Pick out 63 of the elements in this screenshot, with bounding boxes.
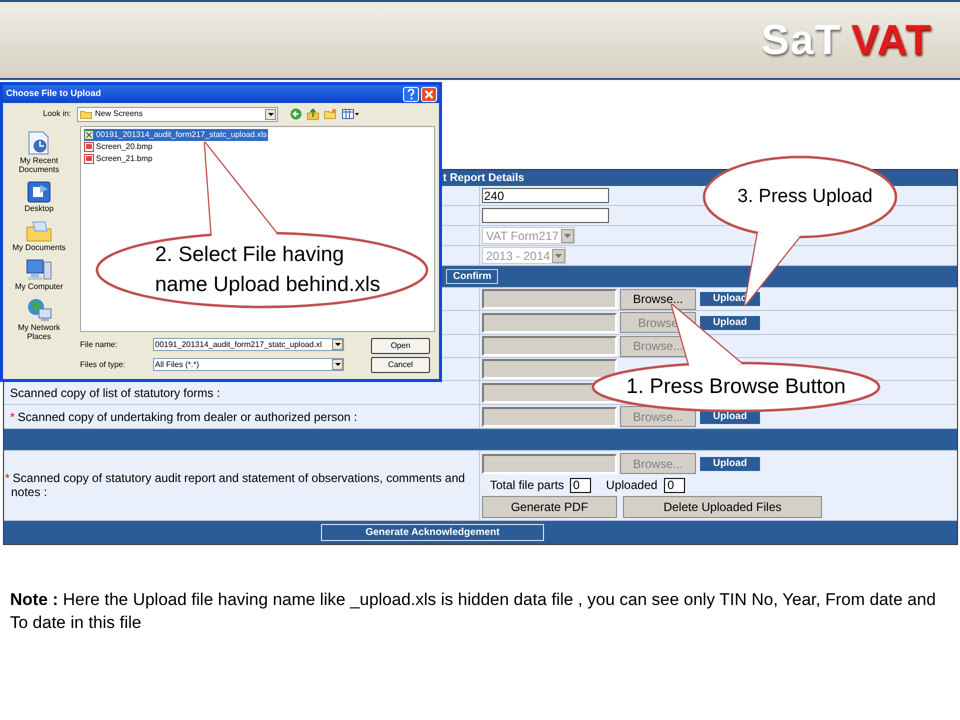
field-label: Look in:: [43, 108, 72, 120]
action-button[interactable]: Delete Uploaded Files: [623, 496, 822, 518]
field-label: Scanned copy of list of statutory forms :: [10, 384, 220, 402]
note-text: Note : Here the Upload file having name like _upload.xls is hidden data file , you can see only TIN No, Year, From date and To date in this file: [10, 589, 937, 634]
caret-icon: [334, 343, 340, 346]
field-label: * Scanned copy of statutory audit report and statement of observations, comments and notes :: [5, 471, 466, 499]
file-path-field[interactable]: [482, 312, 617, 332]
dialog-title: Choose File to Upload: [6, 87, 102, 100]
file-type-dropdown[interactable]: All Files (*.*): [153, 358, 344, 371]
caret-icon: [564, 234, 571, 238]
place-label[interactable]: My Network Places: [9, 323, 69, 341]
file-path-field[interactable]: [482, 406, 617, 426]
desktop-icon: [26, 180, 52, 204]
file-path-field[interactable]: [482, 359, 617, 379]
generate-acknowledgement-button[interactable]: Generate Acknowledgement: [321, 524, 544, 541]
section-title: t Report Details: [443, 170, 524, 186]
text-field[interactable]: [482, 208, 609, 223]
file-path-field[interactable]: [482, 454, 617, 474]
field-label: Files of type:: [80, 358, 126, 370]
browse-button[interactable]: Browse...: [620, 288, 696, 310]
place-label[interactable]: My Documents: [9, 243, 69, 252]
caret-icon: [268, 112, 274, 116]
file-path-field[interactable]: [482, 336, 617, 356]
folder-icon: [25, 219, 53, 243]
caret-icon: [334, 363, 340, 366]
file-item[interactable]: Screen_21.bmp: [84, 153, 154, 165]
globe-computer-icon: [25, 297, 53, 323]
callout-text: 3. Press Upload: [736, 185, 874, 209]
callout-text: 1. Press Browse Button: [625, 374, 847, 400]
logo-text: VAT: [851, 19, 932, 61]
upload-button[interactable]: Upload: [700, 456, 760, 470]
computer-icon: [25, 258, 53, 282]
caret-icon: [555, 254, 562, 258]
file-item[interactable]: 00191_201314_audit_form217_statc_upload.xls: [84, 129, 268, 141]
confirm-button[interactable]: Confirm: [446, 269, 498, 284]
callout-text: 2. Select File having name Upload behind.xls: [155, 242, 382, 298]
views-icon[interactable]: [342, 108, 360, 120]
file-path-field[interactable]: [482, 289, 617, 309]
spreadsheet-file-icon: [84, 130, 94, 140]
logo-text: SaT: [761, 19, 842, 61]
place-label[interactable]: My Computer: [9, 282, 69, 291]
field-label: Uploaded: [606, 477, 658, 494]
file-item[interactable]: Screen_20.bmp: [84, 141, 154, 153]
place-label[interactable]: Desktop: [9, 204, 69, 213]
folder-icon: [80, 110, 92, 118]
help-icon[interactable]: [403, 86, 419, 102]
close-icon[interactable]: [421, 86, 437, 102]
back-icon[interactable]: [290, 108, 302, 120]
count-field[interactable]: 0: [570, 478, 592, 492]
dialog-button[interactable]: Open: [371, 338, 430, 354]
count-field[interactable]: 0: [664, 478, 686, 492]
field-label: Total file parts: [490, 477, 564, 494]
look-in-dropdown[interactable]: New Screens: [77, 106, 278, 122]
text-field[interactable]: 240: [482, 188, 609, 203]
up-folder-icon[interactable]: [307, 108, 320, 120]
place-label[interactable]: My Recent Documents: [9, 156, 69, 174]
dialog-button[interactable]: Cancel: [371, 357, 430, 373]
file-name-field[interactable]: 00191_201314_audit_form217_statc_upload.xl: [153, 338, 344, 351]
required-mark: *: [10, 408, 15, 426]
action-button[interactable]: Generate PDF: [482, 496, 617, 518]
upload-button[interactable]: Upload: [700, 316, 760, 330]
field-label: File name:: [80, 338, 118, 350]
field-label: Scanned copy of undertaking from dealer or authorized person :: [18, 408, 358, 426]
